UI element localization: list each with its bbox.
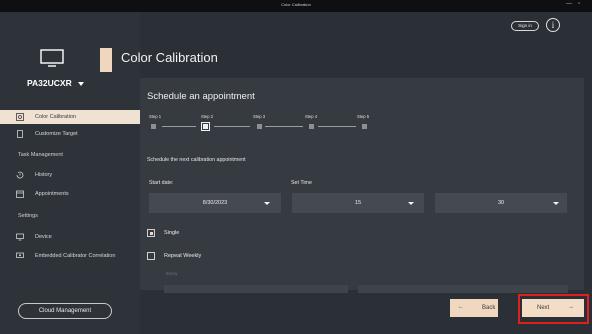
history-icon bbox=[16, 171, 24, 179]
sidebar-item-appointments[interactable]: Appointments bbox=[0, 187, 140, 201]
step-connector bbox=[162, 126, 196, 127]
step-connector bbox=[318, 126, 356, 127]
monitor-icon bbox=[40, 49, 64, 67]
sidebar: PA32UCXR Color Calibration Customize Tar… bbox=[0, 12, 140, 334]
step-2-label: Step 2 bbox=[201, 114, 214, 119]
device-selector[interactable]: PA32UCXR bbox=[27, 78, 84, 88]
start-date-value: 8/30/2023 bbox=[202, 200, 228, 206]
calendar-icon bbox=[16, 190, 24, 198]
restore-button[interactable]: ▫ bbox=[578, 1, 580, 7]
start-date-dropdown[interactable]: 8/30/2023 bbox=[149, 193, 281, 213]
title-accent bbox=[100, 48, 112, 72]
monitor-icon bbox=[16, 233, 24, 241]
set-time-label: Set Time bbox=[291, 180, 312, 186]
minute-value: 30 bbox=[497, 200, 505, 206]
single-label: Single bbox=[164, 230, 180, 236]
single-checkbox[interactable] bbox=[147, 229, 155, 237]
sidebar-item-label: Color Calibration bbox=[35, 114, 76, 120]
calibrator-icon bbox=[16, 252, 24, 258]
page-title: Color Calibration bbox=[121, 50, 218, 65]
step-1-label: Step 1 bbox=[149, 114, 162, 119]
device-model: PA32UCXR bbox=[27, 78, 72, 88]
next-label: Next bbox=[537, 305, 550, 311]
content-panel bbox=[140, 78, 584, 290]
sidebar-item-device[interactable]: Device bbox=[0, 230, 140, 244]
chevron-down-icon bbox=[553, 202, 559, 205]
step-5-label: Step 5 bbox=[357, 114, 370, 119]
step-connector bbox=[265, 126, 303, 127]
back-label: Back bbox=[482, 305, 496, 311]
sidebar-item-label: Device bbox=[35, 234, 52, 240]
info-icon[interactable]: i bbox=[546, 18, 560, 32]
schedule-description: Schedule the next calibration appointmen… bbox=[147, 157, 246, 163]
sidebar-item-customize-target[interactable]: Customize Target bbox=[0, 127, 140, 141]
sidebar-item-label: Customize Target bbox=[35, 131, 78, 137]
back-button[interactable]: ← Back bbox=[450, 299, 498, 317]
minimize-button[interactable]: — bbox=[566, 1, 572, 7]
sidebar-item-label: Appointments bbox=[35, 191, 69, 197]
arrow-right-icon: → bbox=[568, 304, 574, 310]
step-2-marker-current bbox=[201, 122, 210, 131]
step-4-marker bbox=[309, 124, 314, 129]
step-3-label: Step 3 bbox=[253, 114, 266, 119]
arrow-left-icon: ← bbox=[458, 304, 464, 310]
step-4-label: Step 4 bbox=[305, 114, 318, 119]
repeat-weekly-label: Repeat Weekly bbox=[164, 253, 202, 259]
step-5-marker bbox=[362, 124, 367, 129]
step-3-marker bbox=[257, 124, 262, 129]
start-date-label: Start date: bbox=[149, 180, 174, 186]
weekday-dropdown-disabled bbox=[164, 285, 348, 293]
step-1-marker bbox=[151, 124, 156, 129]
every-label: Every bbox=[166, 271, 178, 276]
next-button[interactable]: Next → bbox=[522, 299, 584, 317]
target-icon bbox=[17, 130, 23, 138]
hour-dropdown[interactable]: 15 bbox=[292, 193, 424, 213]
repeat-weekly-checkbox[interactable] bbox=[147, 252, 155, 260]
calibration-icon bbox=[16, 113, 24, 121]
minute-dropdown[interactable]: 30 bbox=[435, 193, 567, 213]
section-task-management: Task Management bbox=[18, 152, 63, 158]
section-settings: Settings bbox=[18, 213, 38, 219]
sidebar-item-embedded-calibrator[interactable]: Embedded Calibrator Correlation bbox=[0, 249, 140, 263]
sidebar-item-label: Embedded Calibrator Correlation bbox=[35, 253, 116, 259]
sidebar-item-color-calibration[interactable]: Color Calibration bbox=[0, 110, 140, 124]
sidebar-item-history[interactable]: History bbox=[0, 168, 140, 182]
section-title: Schedule an appointment bbox=[147, 91, 255, 102]
sign-in-button[interactable]: Sign in bbox=[511, 21, 539, 31]
window-title: Color Calibration bbox=[281, 2, 311, 7]
title-bar: Color Calibration — ▫ bbox=[0, 0, 592, 12]
step-connector bbox=[214, 126, 250, 127]
chevron-down-icon bbox=[408, 202, 414, 205]
chevron-down-icon bbox=[264, 202, 270, 205]
sidebar-item-label: History bbox=[35, 172, 53, 178]
hour-value: 15 bbox=[354, 200, 362, 206]
caret-down-icon bbox=[77, 81, 84, 86]
weekly-time-dropdown-disabled bbox=[358, 285, 568, 293]
cloud-management-button[interactable]: Cloud Management bbox=[18, 303, 112, 319]
